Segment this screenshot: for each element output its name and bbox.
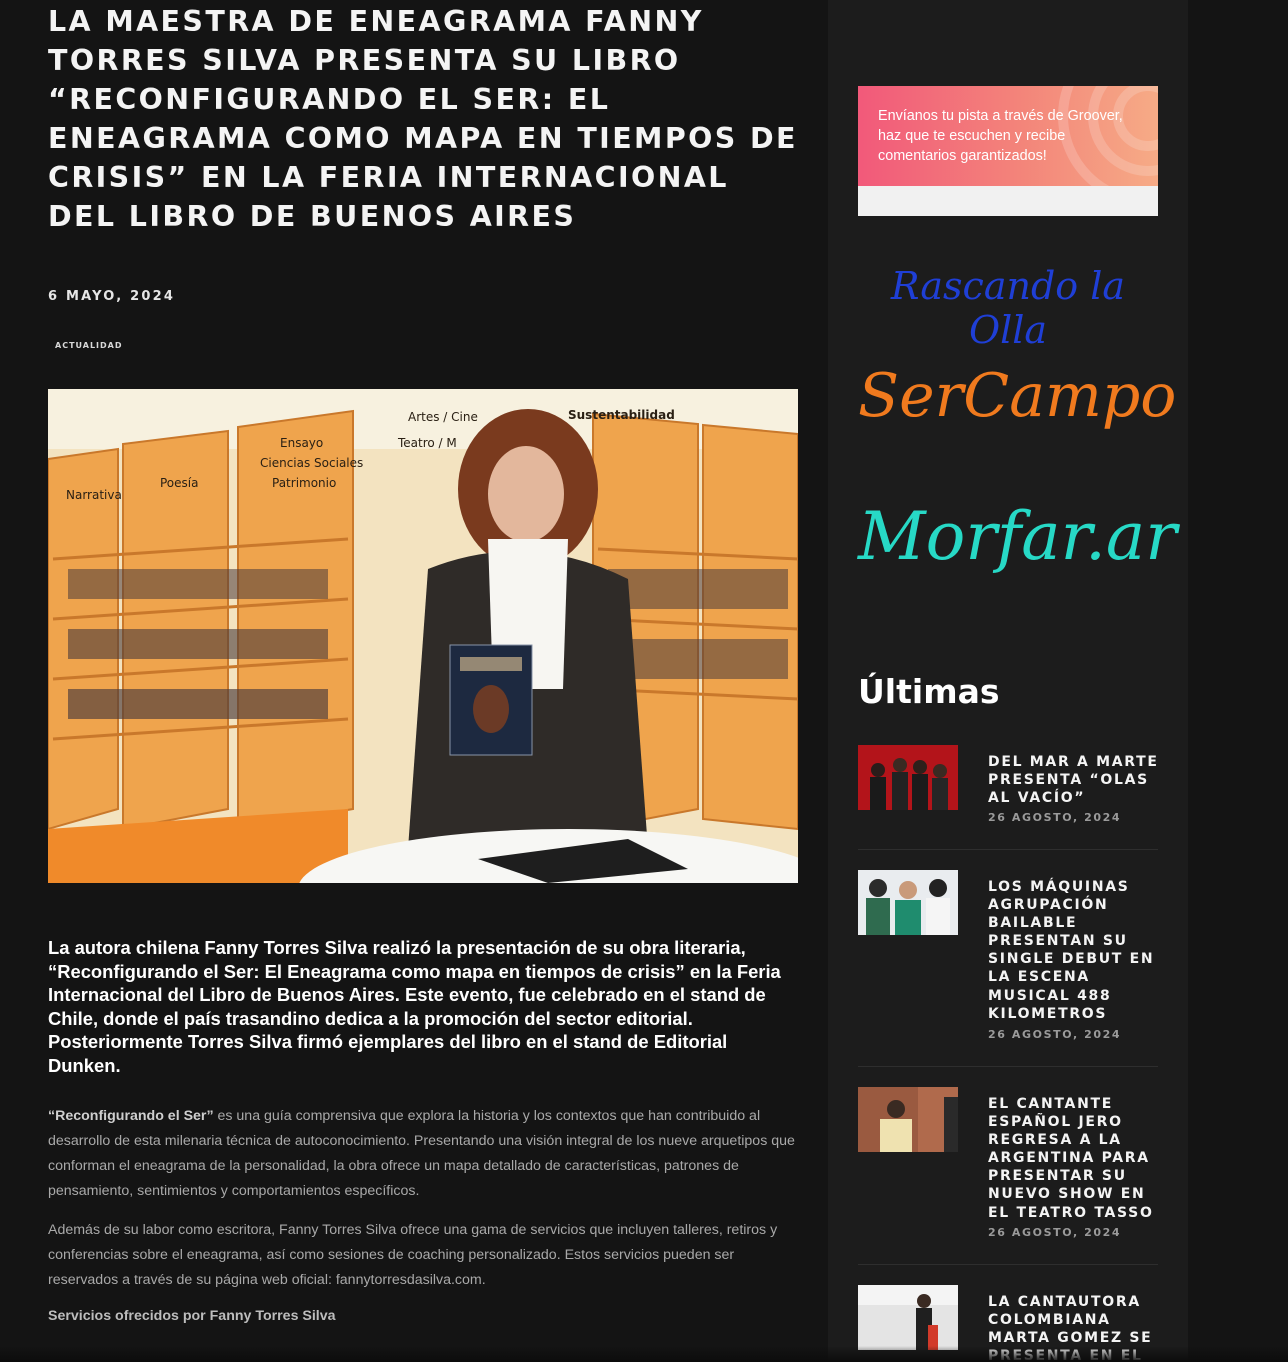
- sign-poesia: Poesía: [160, 476, 198, 490]
- ad-text: Envíanos tu pista a través de Groover, h…: [878, 108, 1123, 164]
- groover-ad[interactable]: Envíanos tu pista a través de Groover, h…: [858, 86, 1158, 216]
- post-3-title[interactable]: EL CANTANTE ESPAÑOL JERO REGRESA A LA AR…: [988, 1095, 1160, 1222]
- sign-sustentabilidad: Sustentabilidad: [568, 408, 675, 422]
- post-3-date: 26 AGOSTO, 2024: [988, 1226, 1122, 1239]
- book-title-bold: “Reconfigurando el Ser”: [48, 1108, 214, 1124]
- article-photo: Narrativa Poesía Ensayo Ciencias Sociale…: [48, 389, 798, 883]
- sign-narrativa: Narrativa: [66, 488, 122, 502]
- article-date: 6 MAYO, 2024: [48, 289, 176, 304]
- latest-post-3[interactable]: EL CANTANTE ESPAÑOL JERO REGRESA A LA AR…: [858, 1087, 1158, 1265]
- latest-post-2[interactable]: LOS MÁQUINAS AGRUPACIÓN BAILABLE PRESENT…: [858, 870, 1158, 1067]
- morfar-logo[interactable]: Morfar.ar: [858, 480, 1177, 605]
- post-divider: [858, 1264, 1158, 1265]
- post-2-date: 26 AGOSTO, 2024: [988, 1028, 1122, 1041]
- rascando-la-olla-text: Rascando la Olla: [890, 264, 1126, 352]
- post-4-thumbnail[interactable]: [858, 1285, 958, 1350]
- sercampo-logo[interactable]: SerCampo: [858, 345, 1177, 455]
- morfar-text: Morfar.ar: [858, 498, 1177, 575]
- sign-ciencias: Ciencias Sociales: [260, 456, 363, 470]
- sidebar: Envíanos tu pista a través de Groover, h…: [828, 0, 1188, 1362]
- latest-heading: Últimas: [858, 672, 1000, 711]
- post-1-thumbnail[interactable]: [858, 745, 958, 810]
- ad-banner: Envíanos tu pista a través de Groover, h…: [858, 86, 1158, 186]
- post-1-date: 26 AGOSTO, 2024: [988, 811, 1122, 824]
- post-divider: [858, 1066, 1158, 1067]
- sign-artes: Artes / Cine: [408, 410, 478, 424]
- article-paragraph-2: Además de su labor como escritora, Fanny…: [48, 1222, 778, 1288]
- post-divider: [858, 849, 1158, 850]
- article-paragraph-1: “Reconfigurando el Ser” es una guía comp…: [48, 1104, 800, 1204]
- sign-ensayo: Ensayo: [280, 436, 323, 450]
- rascando-la-olla-logo[interactable]: Rascando la Olla: [858, 250, 1158, 352]
- category-tag[interactable]: ACTUALIDAD: [55, 341, 123, 350]
- post-2-thumbnail[interactable]: [858, 870, 958, 935]
- services-heading: Servicios ofrecidos por Fanny Torres Sil…: [48, 1308, 336, 1324]
- sign-teatro: Teatro / M: [397, 436, 457, 450]
- bottom-fade: [0, 1346, 1288, 1362]
- sercampo-text: SerCampo: [858, 361, 1177, 431]
- post-2-title[interactable]: LOS MÁQUINAS AGRUPACIÓN BAILABLE PRESENT…: [988, 878, 1160, 1023]
- post-3-thumbnail[interactable]: [858, 1087, 958, 1152]
- article-title: LA MAESTRA DE ENEAGRAMA FANNY TORRES SIL…: [48, 5, 798, 233]
- latest-post-1[interactable]: DEL MAR A MARTE PRESENTA “OLAS AL VACÍO”…: [858, 745, 1158, 850]
- sign-patrimonio: Patrimonio: [272, 476, 336, 490]
- article-lead: La autora chilena Fanny Torres Silva rea…: [48, 937, 781, 1076]
- post-1-title[interactable]: DEL MAR A MARTE PRESENTA “OLAS AL VACÍO”: [988, 753, 1160, 807]
